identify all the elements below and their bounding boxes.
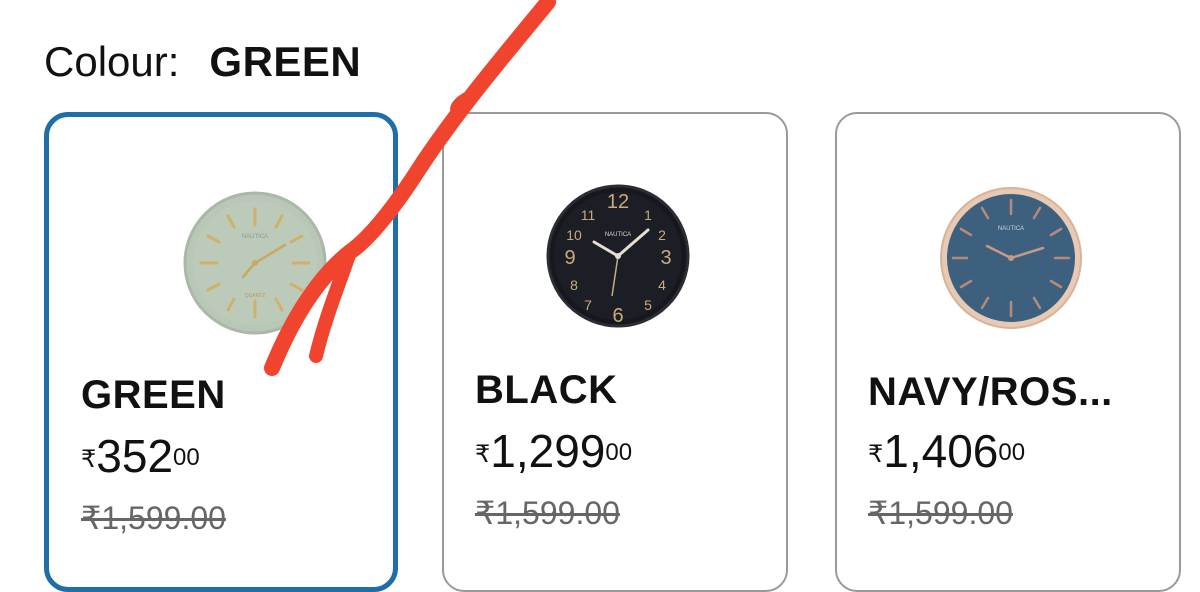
variant-name: GREEN (81, 373, 226, 417)
price-whole: 1,299 (490, 425, 606, 477)
svg-text:4: 4 (658, 277, 666, 293)
variant-card-navy-rose[interactable]: NAUTICA NAVY/ROS... ₹1,40600 ₹1,599.00 (835, 112, 1181, 592)
variant-name: NAVY/ROS... (868, 370, 1113, 414)
price-whole: 1,406 (883, 425, 999, 477)
colour-label: Colour: (44, 38, 180, 85)
navy-clock-image: NAUTICA (901, 156, 1121, 356)
svg-text:3: 3 (660, 247, 671, 269)
variant-name: BLACK (475, 368, 618, 412)
svg-text:2: 2 (658, 227, 666, 243)
svg-text:10: 10 (566, 227, 582, 243)
svg-text:7: 7 (584, 297, 592, 313)
svg-text:12: 12 (607, 191, 629, 213)
svg-text:8: 8 (570, 277, 578, 293)
variant-price: ₹35200 (81, 431, 200, 483)
green-clock-brand: NAUTICA (242, 234, 268, 240)
variant-mrp-strikethrough: ₹1,599.00 (475, 495, 620, 531)
black-clock-image: 12 6 3 9 1 2 4 5 7 8 10 11 NAUTICA (508, 154, 728, 354)
svg-text:9: 9 (564, 247, 575, 269)
svg-text:1: 1 (644, 207, 652, 223)
variant-price: ₹1,40600 (868, 426, 1025, 478)
variant-mrp-strikethrough: ₹1,599.00 (81, 500, 226, 536)
colour-selector-header: Colour: GREEN (44, 38, 361, 86)
variant-mrp-strikethrough: ₹1,599.00 (868, 495, 1013, 531)
selected-colour-value: GREEN (209, 38, 362, 85)
variant-price: ₹1,29900 (475, 426, 632, 478)
currency-symbol: ₹ (475, 441, 491, 468)
navy-clock-brand: NAUTICA (998, 226, 1024, 232)
currency-symbol: ₹ (81, 446, 97, 473)
black-clock-brand: NAUTICA (605, 232, 631, 238)
variant-card-green[interactable]: NAUTICA QUARTZ GREEN ₹35200 ₹1,599.00 (44, 112, 398, 592)
price-fraction: 00 (605, 439, 633, 466)
variant-card-black[interactable]: 12 6 3 9 1 2 4 5 7 8 10 11 NAUTICA BLACK (442, 112, 788, 592)
green-clock-sub: QUARTZ (245, 293, 265, 299)
price-whole: 352 (96, 430, 174, 482)
green-clock-image: NAUTICA QUARTZ (145, 163, 365, 363)
svg-text:5: 5 (644, 297, 652, 313)
svg-text:11: 11 (581, 207, 596, 223)
currency-symbol: ₹ (868, 441, 884, 468)
svg-text:6: 6 (612, 305, 623, 327)
price-fraction: 00 (998, 439, 1026, 466)
price-fraction: 00 (173, 444, 200, 471)
